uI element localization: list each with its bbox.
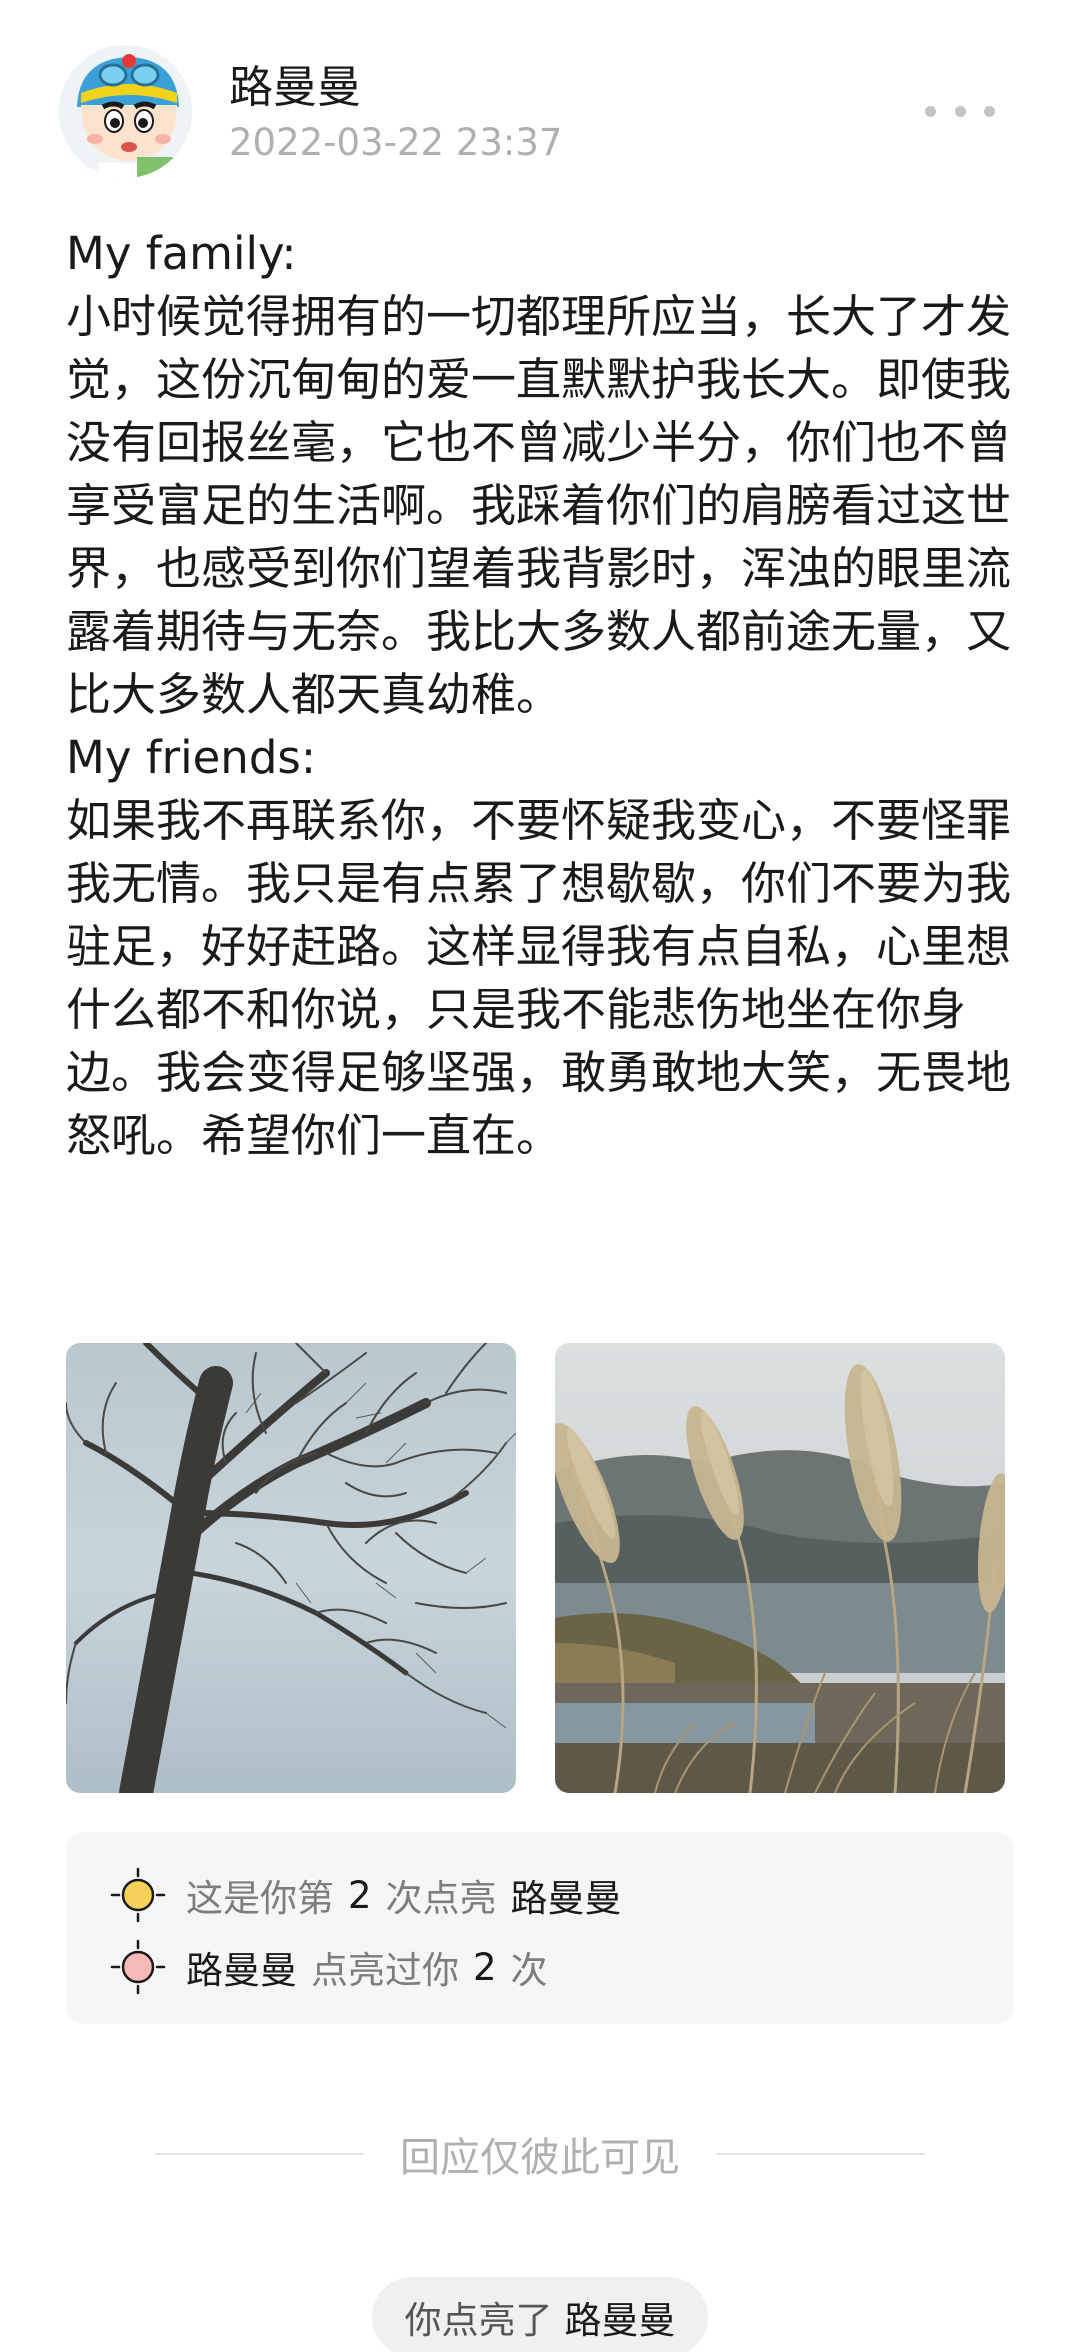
post-timestamp: 2022-03-22 23:37 [229, 121, 563, 164]
like-count: 2 [348, 1873, 372, 1917]
dot [954, 105, 966, 117]
liker-user-name[interactable]: 路曼曼 [186, 1940, 297, 1994]
dot [925, 105, 936, 117]
sun-icon [110, 1867, 166, 1923]
like-row-them: 路曼曼 点亮过你 2 次 [110, 1939, 548, 1995]
like-count: 2 [473, 1945, 497, 1989]
like-info-panel: 这是你第 2 次点亮 路曼曼 路曼曼 点亮过你 2 次 [66, 1832, 1014, 2024]
like-text-suffix: 次 [510, 1949, 548, 1992]
post-detail-page: 路曼曼 2022-03-22 23:37 My family: 小时候觉得拥有的… [0, 0, 1080, 2352]
post-photo-reeds[interactable] [555, 1343, 1005, 1793]
reply-visibility-divider: 回应仅彼此可见 [155, 2130, 925, 2181]
dot [984, 105, 995, 117]
more-options-icon[interactable] [925, 96, 995, 126]
like-row-you: 这是你第 2 次点亮 路曼曼 [110, 1867, 622, 1923]
post-photo-tree[interactable] [66, 1343, 516, 1793]
liked-user-name[interactable]: 路曼曼 [511, 1868, 622, 1922]
you-lit-up-badge[interactable]: 你点亮了 路曼曼 [372, 2277, 708, 2352]
avatar[interactable] [59, 45, 192, 178]
author-name[interactable]: 路曼曼 [229, 62, 361, 114]
like-text-suffix: 次点亮 [385, 1877, 497, 1920]
post-body-text: My family: 小时候觉得拥有的一切都理所应当，长大了才发觉，这份沉甸甸的… [66, 227, 1012, 1162]
sun-icon [110, 1939, 166, 1995]
divider-line [155, 2153, 364, 2155]
divider-line [716, 2153, 925, 2155]
like-text-prefix: 这是你第 [186, 1877, 334, 1920]
reply-visibility-note: 回应仅彼此可见 [400, 2135, 680, 2181]
lit-up-prefix: 你点亮了 [404, 2299, 553, 2342]
lit-up-name: 路曼曼 [564, 2299, 676, 2342]
like-text-middle: 点亮过你 [311, 1949, 459, 1992]
